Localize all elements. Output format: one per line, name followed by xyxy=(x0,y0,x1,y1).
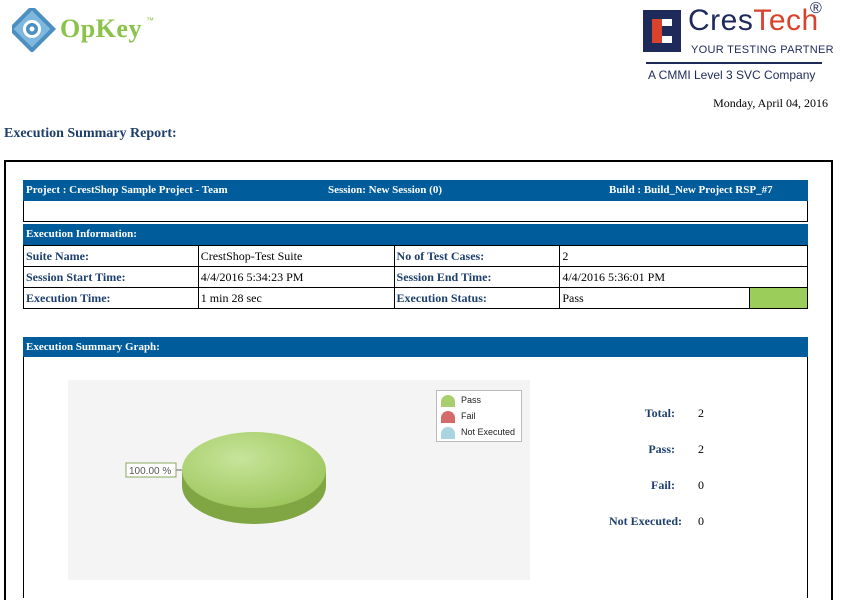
page-title: Execution Summary Report: xyxy=(4,126,177,141)
legend-swatch-fail xyxy=(441,411,455,423)
legend-label: Fail xyxy=(461,411,476,421)
summary-graph-bar: Execution Summary Graph: xyxy=(23,337,808,357)
crestech-tagline: YOUR TESTING PARTNER xyxy=(691,44,834,56)
test-cases-label: No of Test Cases: xyxy=(393,245,561,267)
pass-value: 2 xyxy=(698,442,704,456)
status-color-swatch xyxy=(749,287,808,309)
total-value: 2 xyxy=(698,406,704,420)
crestech-cmmi-text: A CMMI Level 3 SVC Company xyxy=(648,68,816,82)
test-cases-value: 2 xyxy=(559,245,808,267)
fail-label: Fail: xyxy=(651,478,675,492)
legend-swatch-pass xyxy=(441,395,455,407)
blank-row xyxy=(23,201,808,222)
start-time-label: Session Start Time: xyxy=(23,266,199,288)
table-row: Execution Time: 1 min 28 sec Execution S… xyxy=(23,287,808,309)
legend-label: Not Executed xyxy=(461,427,516,437)
not-executed-label: Not Executed: xyxy=(609,514,682,528)
execution-status-label: Execution Status: xyxy=(393,287,561,309)
suite-name-label: Suite Name: xyxy=(23,245,199,267)
fail-value: 0 xyxy=(698,478,704,492)
pie-slice-label: 100.00 % xyxy=(129,466,171,477)
execution-info-table: Suite Name: CrestShop-Test Suite No of T… xyxy=(23,245,808,309)
pass-label: Pass: xyxy=(648,442,675,456)
chart-legend: Pass Fail Not Executed xyxy=(436,390,522,442)
end-time-value: 4/4/2016 5:36:01 PM xyxy=(559,266,808,288)
end-time-label: Session End Time: xyxy=(393,266,561,288)
suite-name-value: CrestShop-Test Suite xyxy=(197,245,395,267)
opkey-wordmark: OpKey xyxy=(60,14,142,43)
execution-time-label: Execution Time: xyxy=(23,287,199,309)
report-date: Monday, April 04, 2016 xyxy=(713,96,828,110)
not-executed-value: 0 xyxy=(698,514,704,528)
session-name: Session: New Session (0) xyxy=(328,184,442,196)
project-name: Project : CrestShop Sample Project - Tea… xyxy=(26,184,228,196)
project-header-bar: Project : CrestShop Sample Project - Tea… xyxy=(23,180,808,201)
legend-swatch-not-executed xyxy=(441,427,455,439)
section-heading: Execution Information: xyxy=(26,228,137,240)
legend-label: Pass xyxy=(461,395,482,405)
opkey-gear-icon xyxy=(12,8,57,52)
build-name: Build : Build_New Project RSP_#7 xyxy=(609,184,773,196)
total-label: Total: xyxy=(644,406,675,420)
opkey-trademark: ™ xyxy=(146,16,154,25)
crestech-wordmark: CresTech xyxy=(688,4,819,37)
execution-time-value: 1 min 28 sec xyxy=(197,287,395,309)
crestech-logo-icon xyxy=(643,10,681,52)
section-heading: Execution Summary Graph: xyxy=(26,341,160,353)
start-time-value: 4/4/2016 5:34:23 PM xyxy=(197,266,395,288)
table-row: Suite Name: CrestShop-Test Suite No of T… xyxy=(23,245,808,267)
execution-status-value: Pass xyxy=(559,287,751,309)
execution-information-bar: Execution Information: xyxy=(23,224,808,245)
logo-divider xyxy=(646,62,822,64)
pie-slice-pass xyxy=(182,432,326,508)
registered-mark: ® xyxy=(810,0,822,17)
table-row: Session Start Time: 4/4/2016 5:34:23 PM … xyxy=(23,266,808,288)
